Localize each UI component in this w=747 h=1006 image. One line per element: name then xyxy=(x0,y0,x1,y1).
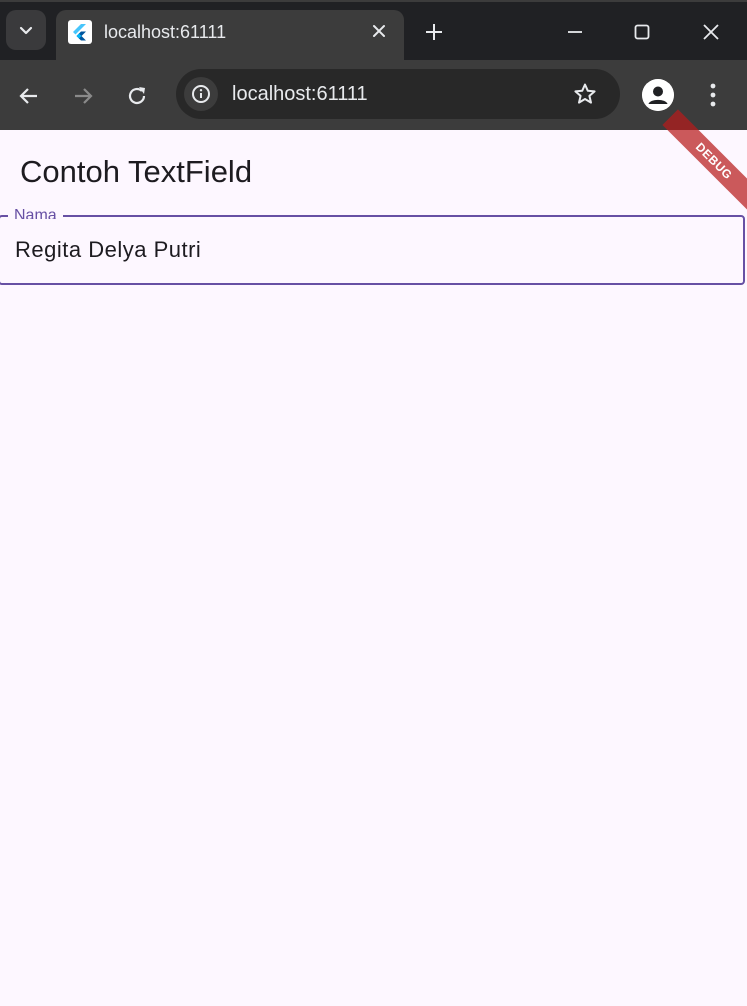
arrow-left-icon xyxy=(19,88,37,104)
tab-search-button[interactable] xyxy=(6,10,46,50)
name-field-value[interactable]: Regita Delya Putri xyxy=(15,237,201,263)
forward-button[interactable] xyxy=(63,76,103,116)
minimize-button[interactable] xyxy=(555,14,595,50)
minimize-icon xyxy=(568,31,582,33)
plus-icon xyxy=(426,24,442,40)
name-field[interactable]: Nama Regita Delya Putri xyxy=(0,205,745,285)
app-content: Contoh TextField Nama Regita Delya Putri xyxy=(0,130,747,1006)
tab-active[interactable]: localhost:61111 xyxy=(56,10,404,62)
window-close-button[interactable] xyxy=(691,14,731,50)
star-icon xyxy=(574,83,596,104)
info-icon xyxy=(192,85,210,103)
close-icon xyxy=(703,24,719,40)
more-vert-icon xyxy=(710,83,716,107)
flutter-icon xyxy=(68,20,92,44)
browser-toolbar: localhost:61111 xyxy=(0,60,747,130)
bookmark-button[interactable] xyxy=(572,81,598,107)
browser-window: localhost:61111 localhost:61111 Contoh T… xyxy=(0,0,747,1006)
page-title: Contoh TextField xyxy=(20,154,253,189)
person-icon xyxy=(642,79,674,111)
reload-button[interactable] xyxy=(117,76,157,116)
maximize-button[interactable] xyxy=(622,14,662,50)
name-field-label: Nama xyxy=(8,205,63,219)
chevron-down-icon xyxy=(19,26,33,35)
new-tab-button[interactable] xyxy=(418,16,450,48)
arrow-right-icon xyxy=(75,88,93,104)
maximize-icon xyxy=(634,24,650,40)
url-text[interactable]: localhost:61111 xyxy=(232,83,368,106)
profile-button[interactable] xyxy=(642,79,674,111)
address-bar[interactable]: localhost:61111 xyxy=(176,69,620,119)
menu-button[interactable] xyxy=(698,79,728,111)
tab-title: localhost:61111 xyxy=(104,22,227,42)
close-tab-button[interactable] xyxy=(368,20,390,42)
tab-strip: localhost:61111 xyxy=(0,0,747,62)
site-info-button[interactable] xyxy=(184,77,218,111)
close-icon xyxy=(373,25,385,37)
back-button[interactable] xyxy=(9,76,49,116)
reload-icon xyxy=(128,87,146,105)
